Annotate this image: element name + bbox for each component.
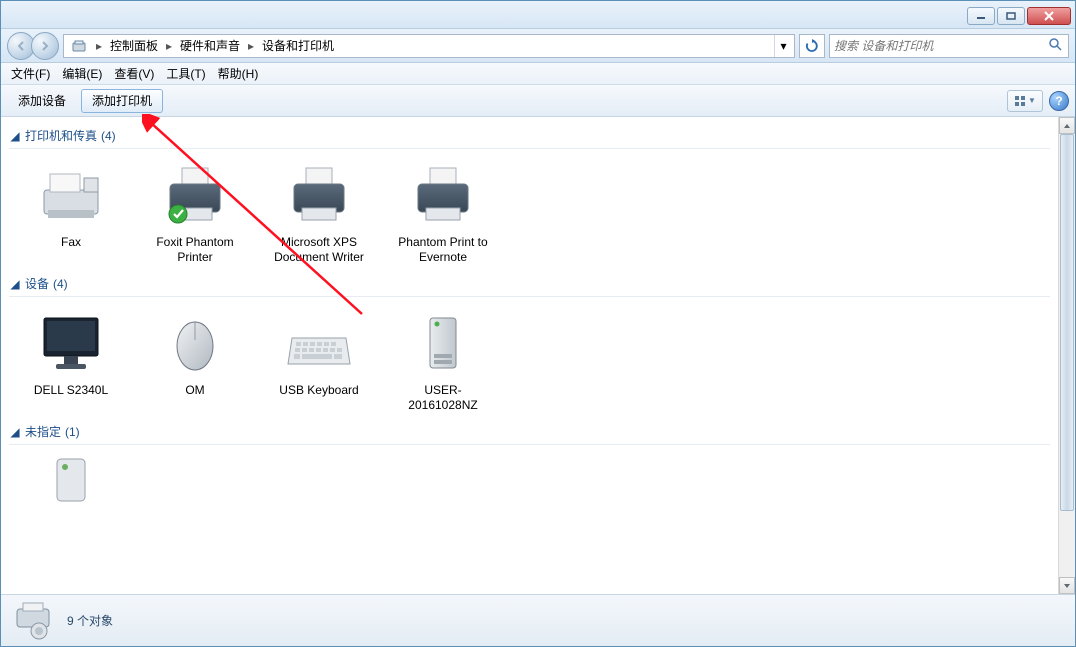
view-options-button[interactable]: ▼ (1007, 90, 1043, 112)
status-text: 9 个对象 (67, 612, 113, 629)
menu-tools[interactable]: 工具(T) (160, 63, 211, 84)
titlebar (1, 1, 1075, 29)
device-grid: DELL S2340L OM (9, 303, 1050, 417)
refresh-button[interactable] (799, 34, 825, 58)
device-computer[interactable]: USER-20161028NZ (393, 303, 493, 417)
printer-icon (283, 159, 355, 231)
search-box[interactable] (829, 34, 1069, 58)
fax-icon (35, 159, 107, 231)
statusbar: 9 个对象 (1, 594, 1075, 646)
breadcrumb[interactable]: ▸ 控制面板 ▸ 硬件和声音 ▸ 设备和打印机 ▾ (63, 34, 795, 58)
device-label: USER-20161028NZ (397, 383, 489, 413)
content-wrap: ◢ 打印机和传真 (4) Fax (1, 117, 1075, 594)
menu-help[interactable]: 帮助(H) (212, 63, 265, 84)
device-label: Fax (25, 235, 117, 250)
scroll-down-button[interactable] (1059, 577, 1075, 594)
unspecified-grid (9, 451, 1050, 513)
explorer-window: ▸ 控制面板 ▸ 硬件和声音 ▸ 设备和打印机 ▾ 文件(F) 编辑(E) 查看… (0, 0, 1076, 647)
status-icon (11, 599, 55, 643)
device-xps-writer[interactable]: Microsoft XPS Document Writer (269, 155, 369, 269)
breadcrumb-dropdown[interactable]: ▾ (774, 35, 792, 57)
group-header-devices[interactable]: ◢ 设备 (4) (9, 269, 1050, 297)
nav-buttons (7, 32, 59, 60)
search-icon[interactable] (1048, 37, 1064, 54)
collapse-icon: ◢ (9, 425, 21, 439)
vertical-scrollbar[interactable] (1058, 117, 1075, 594)
device-foxit-printer[interactable]: Foxit Phantom Printer (145, 155, 245, 269)
device-label: Phantom Print to Evernote (397, 235, 489, 265)
device-label: USB Keyboard (273, 383, 365, 398)
close-button[interactable] (1027, 7, 1071, 25)
add-printer-button[interactable]: 添加打印机 (81, 89, 163, 113)
collapse-icon: ◢ (9, 129, 21, 143)
menu-view[interactable]: 查看(V) (108, 63, 160, 84)
group-count: (1) (65, 425, 80, 439)
scrollbar-thumb[interactable] (1060, 134, 1074, 511)
device-label: DELL S2340L (25, 383, 117, 398)
device-monitor[interactable]: DELL S2340L (21, 303, 121, 417)
printer-icon (407, 159, 479, 231)
maximize-button[interactable] (997, 7, 1025, 25)
help-button[interactable]: ? (1049, 91, 1069, 111)
device-fax[interactable]: Fax (21, 155, 121, 269)
device-label: Foxit Phantom Printer (149, 235, 241, 265)
device-label: Microsoft XPS Document Writer (273, 235, 365, 265)
device-phantom-evernote[interactable]: Phantom Print to Evernote (393, 155, 493, 269)
content-area[interactable]: ◢ 打印机和传真 (4) Fax (1, 117, 1058, 594)
group-header-printers[interactable]: ◢ 打印机和传真 (4) (9, 121, 1050, 149)
device-generic-icon (35, 455, 107, 505)
menubar: 文件(F) 编辑(E) 查看(V) 工具(T) 帮助(H) (1, 63, 1075, 85)
mouse-icon (159, 307, 231, 379)
group-name: 未指定 (25, 423, 61, 440)
chevron-right-icon[interactable]: ▸ (244, 35, 258, 57)
add-device-button[interactable]: 添加设备 (7, 89, 77, 113)
group-count: (4) (101, 129, 116, 143)
chevron-right-icon[interactable]: ▸ (162, 35, 176, 57)
breadcrumb-segment[interactable]: 设备和打印机 (258, 35, 338, 57)
menu-edit[interactable]: 编辑(E) (56, 63, 108, 84)
address-bar-row: ▸ 控制面板 ▸ 硬件和声音 ▸ 设备和打印机 ▾ (1, 29, 1075, 63)
toolbar: 添加设备 添加打印机 ▼ ? (1, 85, 1075, 117)
chevron-right-icon[interactable]: ▸ (92, 35, 106, 57)
printer-grid: Fax Foxit Phantom Printer (9, 155, 1050, 269)
search-input[interactable] (834, 39, 1048, 53)
menu-file[interactable]: 文件(F) (5, 63, 56, 84)
group-header-unspecified[interactable]: ◢ 未指定 (1) (9, 417, 1050, 445)
collapse-icon: ◢ (9, 277, 21, 291)
group-count: (4) (53, 277, 68, 291)
minimize-button[interactable] (967, 7, 995, 25)
device-keyboard[interactable]: USB Keyboard (269, 303, 369, 417)
group-name: 设备 (25, 275, 49, 292)
breadcrumb-segment[interactable]: 硬件和声音 (176, 35, 244, 57)
scrollbar-track[interactable] (1059, 134, 1075, 577)
group-name: 打印机和传真 (25, 127, 97, 144)
window-controls (967, 7, 1071, 25)
device-label: OM (149, 383, 241, 398)
location-icon (70, 37, 88, 55)
device-generic[interactable] (21, 451, 121, 513)
forward-button[interactable] (31, 32, 59, 60)
monitor-icon (35, 307, 107, 379)
computer-icon (407, 307, 479, 379)
printer-icon (159, 159, 231, 231)
scroll-up-button[interactable] (1059, 117, 1075, 134)
device-mouse[interactable]: OM (145, 303, 245, 417)
breadcrumb-segment[interactable]: 控制面板 (106, 35, 162, 57)
keyboard-icon (283, 307, 355, 379)
